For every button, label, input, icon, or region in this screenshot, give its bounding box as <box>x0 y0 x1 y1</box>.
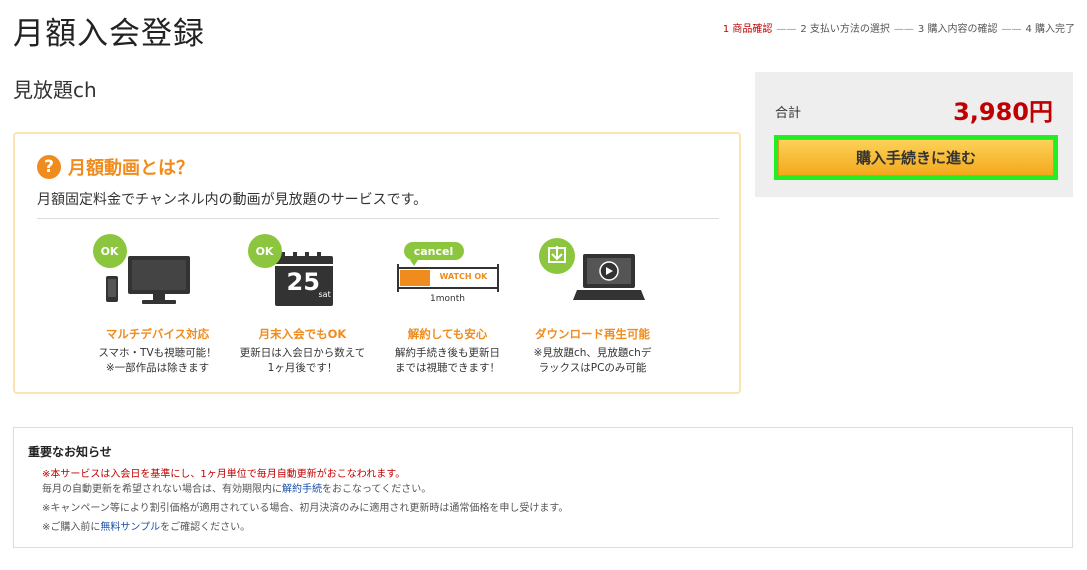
timeline-icon: cancel WATCH OK 1month <box>388 234 508 316</box>
notice-line: ※本サービスは入会日を基準にし、1ヶ月単位で毎月自動更新がおこなわれます。 <box>42 469 406 480</box>
total-price: 3,980円 <box>953 98 1053 126</box>
notice-line: 毎月の自動更新を希望されない場合は、有効期限内に解約手続をおこなってください。 <box>42 480 431 495</box>
ok-badge: OK <box>247 234 282 268</box>
notice-title: 重要なお知らせ <box>28 445 112 459</box>
calendar-weekday: sat <box>318 290 331 299</box>
free-sample-link[interactable]: 無料サンプル <box>100 522 160 533</box>
feature-description: ※見放題ch、見放題chデ ラックスはPCのみ可能 <box>533 347 652 374</box>
cancel-procedure-link[interactable]: 解約手続 <box>282 484 322 495</box>
notice-text: ※ご購入前に <box>42 522 101 533</box>
tv-smartphone-icon: OK <box>92 234 218 316</box>
proceed-to-purchase-button[interactable]: 購入手続きに進む <box>774 135 1058 180</box>
total-label: 合計 <box>775 106 802 121</box>
feature-download: ダウンロード再生可能 ※見放題ch、見放題chデ ラックスはPCのみ可能 <box>520 234 665 376</box>
notice-text: をおこなってください。 <box>322 484 432 495</box>
ok-badge: OK <box>92 234 127 268</box>
feature-description: 解約手続き後も更新日 までは視聴できます！ <box>395 347 500 374</box>
feature-description: スマホ・TVも視聴可能！ ※一部作品は除きます <box>98 347 217 374</box>
step-1: 1 商品確認 <box>722 24 773 35</box>
info-box: ? 月額動画とは？ 月額固定料金でチャンネル内の動画が見放題のサービスです。 O… <box>13 132 741 394</box>
divider <box>37 218 719 219</box>
notice-text: 毎月の自動更新を希望されない場合は、有効期限内に <box>42 484 282 495</box>
feature-list: OK マルチデバイス対応 スマホ・TVも視聴可能！ ※一部作品は除きます 25 … <box>85 234 665 376</box>
step-separator: —— <box>893 24 914 35</box>
step-separator: —— <box>1001 24 1022 35</box>
laptop-play-icon <box>533 234 653 316</box>
step-2: 2 支払い方法の選択 <box>800 24 890 35</box>
calendar-icon: 25 sat OK <box>243 234 363 316</box>
step-3: 3 購入内容の確認 <box>917 24 998 35</box>
step-4: 4 購入完了 <box>1025 24 1075 35</box>
feature-title: ダウンロード再生可能 <box>535 327 650 341</box>
purchase-panel: 合計 3,980円 購入手続きに進む <box>755 72 1073 197</box>
info-header: ? 月額動画とは？ <box>37 154 194 180</box>
proceed-button-label: 購入手続きに進む <box>778 139 1054 176</box>
feature-title: 月末入会でもOK <box>258 327 347 341</box>
notice-text: をご確認ください。 <box>160 522 251 533</box>
question-icon: ? <box>37 155 61 179</box>
feature-cancel: cancel WATCH OK 1month 解約しても安心 解約手続き後も更新… <box>375 234 520 376</box>
feature-description: 更新日は入会日から数えて 1ヶ月後です！ <box>239 347 366 374</box>
period-label: 1month <box>430 294 465 304</box>
progress-steps: 1 商品確認 —— 2 支払い方法の選択 —— 3 購入内容の確認 —— 4 購入完了 <box>723 20 1075 35</box>
feature-month-end: 25 sat OK 月末入会でもOK 更新日は入会日から数えて 1ヶ月後です！ <box>230 234 375 376</box>
step-separator: —— <box>776 24 797 35</box>
watch-ok-label: WATCH OK <box>439 272 488 281</box>
feature-title: マルチデバイス対応 <box>105 327 210 341</box>
page-title: 月額入会登録 <box>13 16 205 52</box>
calendar-day: 25 <box>286 268 320 296</box>
product-name: 見放題ch <box>13 78 97 102</box>
important-notice: 重要なお知らせ ※本サービスは入会日を基準にし、1ヶ月単位で毎月自動更新がおこな… <box>13 427 1073 548</box>
notice-line: ※キャンペーン等により割引価格が適用されている場合、初月決済のみに適用され更新時… <box>42 503 569 514</box>
info-title: 月額動画とは？ <box>68 158 194 179</box>
info-description: 月額固定料金でチャンネル内の動画が見放題のサービスです。 <box>37 192 428 208</box>
feature-multidevice: OK マルチデバイス対応 スマホ・TVも視聴可能！ ※一部作品は除きます <box>85 234 230 376</box>
notice-line: ※ご購入前に無料サンプルをご確認ください。 <box>42 518 250 533</box>
feature-title: 解約しても安心 <box>407 327 488 341</box>
